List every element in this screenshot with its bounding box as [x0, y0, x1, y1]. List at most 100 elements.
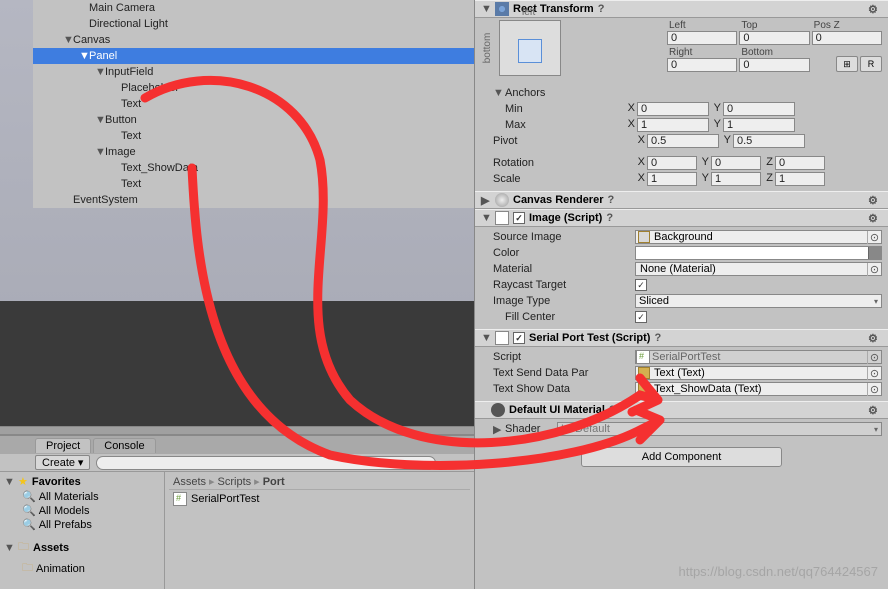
text-send-field[interactable]: Text (Text)⊙: [635, 366, 882, 380]
scale-z[interactable]: 1: [775, 172, 825, 186]
posz-field[interactable]: 0: [812, 31, 882, 45]
project-search-input[interactable]: [96, 456, 436, 470]
foldout-icon: ▼: [4, 542, 14, 554]
gear-icon[interactable]: ⚙: [868, 3, 882, 16]
rot-x[interactable]: 0: [647, 156, 697, 170]
hierarchy-item[interactable]: EventSystem: [33, 192, 474, 208]
panel-divider[interactable]: [0, 426, 474, 435]
text-show-field[interactable]: Text_ShowData (Text)⊙: [635, 382, 882, 396]
anchors-label: Anchors: [505, 87, 635, 99]
hierarchy-item[interactable]: Directional Light: [33, 16, 474, 32]
object-picker-icon[interactable]: ⊙: [867, 263, 881, 276]
source-image-label: Source Image: [493, 231, 633, 243]
hierarchy-item[interactable]: Main Camera: [33, 0, 474, 16]
material-header[interactable]: Default UI Material ? ⚙: [475, 401, 888, 419]
tab-console[interactable]: Console: [93, 438, 155, 453]
favorites-header[interactable]: ▼★Favorites: [4, 474, 160, 489]
rotation-label: Rotation: [493, 157, 633, 169]
script-field: SerialPortTest⊙: [635, 350, 882, 364]
component-header-rect-transform[interactable]: ▼ Rect Transform ? ⚙: [475, 0, 888, 18]
component-header-serial-port-test[interactable]: ▼ ✓ Serial Port Test (Script) ? ⚙: [475, 329, 888, 347]
left-field[interactable]: 0: [667, 31, 737, 45]
top-field[interactable]: 0: [739, 31, 809, 45]
hierarchy-item[interactable]: ▼InputField: [33, 64, 474, 80]
foldout-icon[interactable]: ▼: [493, 87, 503, 99]
inspector-panel: ▼ Rect Transform ? ⚙ left bottom Left0: [475, 0, 888, 589]
help-icon[interactable]: ?: [606, 212, 620, 224]
help-icon[interactable]: ?: [608, 194, 622, 206]
raycast-checkbox[interactable]: ✓: [635, 279, 647, 291]
help-icon[interactable]: ?: [654, 332, 668, 344]
anchor-min-y[interactable]: 0: [723, 102, 795, 116]
image-component-icon: [495, 211, 509, 225]
favorite-item[interactable]: 🔍All Materials: [4, 489, 160, 503]
hierarchy-item[interactable]: Text: [33, 176, 474, 192]
assets-label: Assets: [33, 542, 69, 554]
component-header-image[interactable]: ▼ ✓ Image (Script) ? ⚙: [475, 209, 888, 227]
hierarchy-item[interactable]: Text: [33, 128, 474, 144]
gear-icon[interactable]: ⚙: [868, 212, 882, 225]
hierarchy-item[interactable]: Text: [33, 96, 474, 112]
image-type-dropdown[interactable]: Sliced▾: [635, 294, 882, 308]
asset-item[interactable]: SerialPortTest: [169, 490, 470, 508]
source-image-field[interactable]: Background⊙: [635, 230, 882, 244]
hierarchy-item[interactable]: ▼Canvas: [33, 32, 474, 48]
favorite-item[interactable]: 🔍All Models: [4, 503, 160, 517]
hierarchy-item[interactable]: Text_ShowData: [33, 160, 474, 176]
asset-folder-item[interactable]: 🗀Animation: [4, 558, 160, 578]
hierarchy-item[interactable]: ▼Panel: [33, 48, 474, 64]
assets-header[interactable]: ▼🗀Assets: [4, 537, 160, 558]
rot-z[interactable]: 0: [775, 156, 825, 170]
component-header-canvas-renderer[interactable]: ▶ Canvas Renderer ? ⚙: [475, 191, 888, 209]
breadcrumb[interactable]: Assets▸Scripts▸Port: [169, 474, 470, 490]
foldout-icon: ▼: [481, 332, 491, 344]
anchor-min-x[interactable]: 0: [637, 102, 709, 116]
sprite-icon: [638, 231, 650, 243]
left-label: Left: [667, 20, 737, 31]
fill-center-checkbox[interactable]: ✓: [635, 311, 647, 323]
hierarchy-item[interactable]: Placeholder: [33, 80, 474, 96]
scale-x[interactable]: 1: [647, 172, 697, 186]
color-field[interactable]: [635, 246, 882, 260]
tab-project[interactable]: Project: [35, 438, 91, 453]
csharp-icon: [173, 492, 187, 506]
anchor-preset-button[interactable]: left bottom: [499, 20, 561, 76]
create-button[interactable]: Create ▾: [35, 455, 90, 470]
pivot-label: Pivot: [493, 135, 633, 147]
blueprint-toggle[interactable]: ⊞: [836, 56, 858, 72]
csharp-icon: [636, 350, 650, 364]
max-label: Max: [505, 119, 623, 131]
bottom-field[interactable]: 0: [739, 58, 809, 72]
hierarchy-item[interactable]: ▼Image: [33, 144, 474, 160]
anchor-max-y[interactable]: 1: [723, 118, 795, 132]
pivot-x[interactable]: 0.5: [647, 134, 719, 148]
favorite-item[interactable]: 🔍All Prefabs: [4, 517, 160, 531]
project-panel: Project Console Create ▾ ▼★Favorites 🔍Al…: [0, 435, 474, 589]
object-picker-icon[interactable]: ⊙: [867, 351, 881, 364]
help-icon[interactable]: ?: [609, 404, 623, 416]
help-icon[interactable]: ?: [598, 3, 612, 15]
object-picker-icon[interactable]: ⊙: [867, 383, 881, 396]
enable-checkbox[interactable]: ✓: [513, 332, 525, 344]
anchor-max-x[interactable]: 1: [637, 118, 709, 132]
foldout-icon[interactable]: ▶: [493, 423, 503, 436]
rot-y[interactable]: 0: [711, 156, 761, 170]
hierarchy-item[interactable]: ▼Button: [33, 112, 474, 128]
gear-icon[interactable]: ⚙: [868, 404, 882, 417]
component-title: Image (Script): [529, 212, 602, 224]
material-label: Material: [493, 263, 633, 275]
shader-dropdown[interactable]: UI/Default▾: [557, 422, 882, 436]
object-picker-icon[interactable]: ⊙: [867, 367, 881, 380]
gear-icon[interactable]: ⚙: [868, 332, 882, 345]
object-picker-icon[interactable]: ⊙: [867, 231, 881, 244]
raw-edit-toggle[interactable]: R: [860, 56, 882, 72]
scale-y[interactable]: 1: [711, 172, 761, 186]
material-field[interactable]: None (Material)⊙: [635, 262, 882, 276]
add-component-button[interactable]: Add Component: [581, 447, 783, 467]
right-field[interactable]: 0: [667, 58, 737, 72]
gear-icon[interactable]: ⚙: [868, 194, 882, 207]
enable-checkbox[interactable]: ✓: [513, 212, 525, 224]
pivot-y[interactable]: 0.5: [733, 134, 805, 148]
posz-label: Pos Z: [812, 20, 882, 31]
color-label: Color: [493, 247, 633, 259]
